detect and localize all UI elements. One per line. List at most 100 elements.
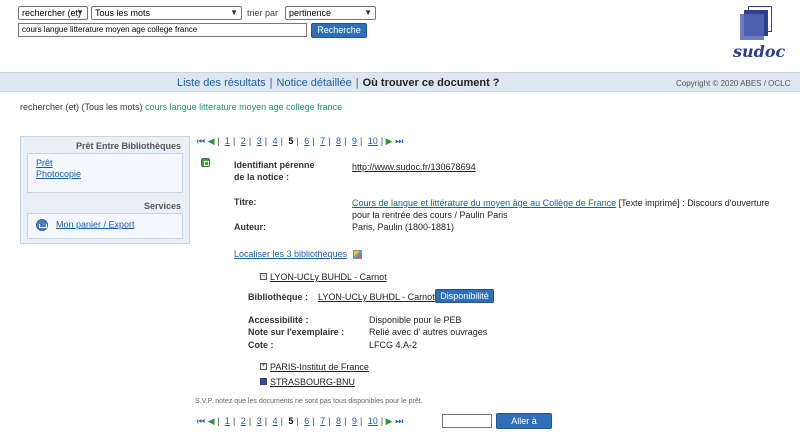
collapse-icon[interactable]: − bbox=[260, 273, 267, 280]
field-select-value: Tous les mots bbox=[95, 8, 151, 18]
id-label: Identifiant pérenne de la notice : bbox=[234, 159, 315, 183]
pager-separator: | bbox=[312, 416, 315, 426]
copyright: Copyright © 2020 ABES / OCLC bbox=[676, 79, 791, 88]
page-current: 5 bbox=[288, 416, 294, 426]
sort-select-value: pertinence bbox=[289, 8, 332, 18]
nav-detail-link[interactable]: Notice détaillée bbox=[277, 77, 352, 89]
pager-bottom: ⏮ ◀ | 1 | 2 | 3 | 4 | 5 | 6 | 7 | 8 | 9 | 10 | ▶ ⏭ bbox=[197, 416, 403, 427]
services-title: Services bbox=[143, 201, 181, 211]
author-value: Paris, Paulin (1800-1881) bbox=[352, 222, 455, 232]
next-page-icon[interactable]: ▶ bbox=[386, 416, 393, 427]
page-link-10[interactable]: 10 bbox=[365, 416, 381, 426]
chevron-down-icon: ▼ bbox=[364, 8, 372, 17]
page-link-3[interactable]: 3 bbox=[254, 136, 265, 146]
page-link-2[interactable]: 2 bbox=[238, 416, 249, 426]
nav-links: Liste des résultats | Notice détaillée | Où … bbox=[177, 77, 500, 89]
recap-prefix: rechercher (et) (Tous les mots) bbox=[20, 102, 143, 112]
page-link-8[interactable]: 8 bbox=[333, 416, 344, 426]
pager-separator: | bbox=[264, 416, 268, 426]
pager-separator: | bbox=[296, 416, 299, 426]
sort-label: trier par bbox=[247, 8, 279, 18]
page-link-6[interactable]: 6 bbox=[301, 416, 312, 426]
disponibilite-button[interactable]: Disponibilité bbox=[435, 289, 494, 303]
pret-link[interactable]: Prêt bbox=[36, 158, 53, 168]
pager-separator: | bbox=[312, 136, 315, 146]
author-label: Auteur: bbox=[234, 222, 266, 232]
first-page-icon[interactable]: ⏮ bbox=[197, 416, 205, 427]
map-icon[interactable] bbox=[353, 250, 363, 260]
page-link-3[interactable]: 3 bbox=[254, 416, 265, 426]
pager-separator: | bbox=[217, 416, 220, 426]
permalink[interactable]: http://www.sudoc.fr/130678694 bbox=[352, 162, 476, 172]
basket-link[interactable]: Mon panier / Export bbox=[56, 219, 135, 229]
logo-square-icon bbox=[740, 14, 764, 40]
title-rest: [Texte imprimé] : Discours d'ouverture bbox=[616, 198, 770, 208]
pager-separator: | bbox=[217, 136, 220, 146]
page-link-4[interactable]: 4 bbox=[270, 416, 281, 426]
pager-separator: | bbox=[380, 136, 384, 146]
prev-page-icon[interactable]: ◀ bbox=[208, 136, 215, 147]
last-page-icon[interactable]: ⏭ bbox=[395, 416, 403, 427]
library-square-icon bbox=[260, 378, 267, 385]
goto-page-input[interactable] bbox=[442, 414, 492, 428]
pager-separator: | bbox=[328, 416, 331, 426]
nav-where-current: Où trouver ce document ? bbox=[362, 77, 500, 89]
next-page-icon[interactable]: ▶ bbox=[386, 136, 393, 147]
library-link-strasbourg[interactable]: STRASBOURG-BNU bbox=[270, 377, 355, 387]
search-recap: rechercher (et) (Tous les mots) cours la… bbox=[20, 102, 342, 112]
cote-value: LFCG 4.A-2 bbox=[369, 340, 418, 350]
page-link-9[interactable]: 9 bbox=[349, 136, 360, 146]
sort-select[interactable]: pertinence ▼ bbox=[285, 6, 376, 20]
prev-page-icon[interactable]: ◀ bbox=[208, 416, 215, 427]
page-link-7[interactable]: 7 bbox=[317, 136, 328, 146]
page-link-4[interactable]: 4 bbox=[270, 136, 281, 146]
operator-select[interactable]: rechercher (et) ▼ bbox=[18, 6, 88, 20]
pager-separator: | bbox=[248, 416, 252, 426]
last-page-icon[interactable]: ⏭ bbox=[395, 136, 403, 147]
page-link-8[interactable]: 8 bbox=[333, 136, 344, 146]
library-link-paris[interactable]: PARIS-Institut de France bbox=[270, 362, 369, 372]
accessibilite-label: Accessibilité : bbox=[248, 315, 309, 325]
pager-separator: | bbox=[280, 416, 283, 426]
page-link-1[interactable]: 1 bbox=[222, 136, 233, 146]
footnote: S.V.P. notez que les documents ne sont p… bbox=[195, 398, 423, 405]
pager-separator: | bbox=[344, 416, 347, 426]
accessibilite-value: Disponible pour le PEB bbox=[369, 315, 462, 325]
photocopie-link[interactable]: Photocopie bbox=[36, 169, 81, 179]
page-link-9[interactable]: 9 bbox=[349, 416, 360, 426]
page-link-1[interactable]: 1 bbox=[222, 416, 233, 426]
bibliotheque-link[interactable]: LYON-UCLy BUHDL - Carnot bbox=[318, 292, 435, 302]
pager-top: ⏮ ◀ | 1 | 2 | 3 | 4 | 5 | 6 | 7 | 8 | 9 | 10 | ▶ ⏭ bbox=[197, 136, 403, 147]
goto-button[interactable]: Aller à bbox=[496, 413, 552, 429]
field-select[interactable]: Tous les mots ▼ bbox=[91, 6, 242, 20]
basket-icon bbox=[36, 219, 48, 231]
expand-icon[interactable]: + bbox=[260, 363, 267, 370]
pager-separator: | bbox=[359, 136, 363, 146]
title-link[interactable]: Cours de langue et littérature du moyen … bbox=[352, 198, 616, 208]
nav-results-link[interactable]: Liste des résultats bbox=[177, 77, 266, 89]
recap-query: cours langue litterature moyen age colle… bbox=[145, 102, 343, 112]
page-link-6[interactable]: 6 bbox=[301, 136, 312, 146]
peb-title: Prêt Entre Bibliothèques bbox=[75, 141, 181, 151]
nav-separator: | bbox=[269, 77, 273, 89]
title-label: Titre: bbox=[234, 197, 257, 207]
page-link-2[interactable]: 2 bbox=[238, 136, 249, 146]
pager-separator: | bbox=[380, 416, 384, 426]
note-label: Note sur l'exemplaire : bbox=[248, 327, 345, 337]
pager-separator: | bbox=[344, 136, 347, 146]
pager-separator: | bbox=[328, 136, 331, 146]
pager-separator: | bbox=[264, 136, 268, 146]
localize-link[interactable]: Localiser les 3 bibliothèques bbox=[234, 249, 347, 259]
title-value: Cours de langue et littérature du moyen … bbox=[352, 197, 792, 221]
page-current: 5 bbox=[288, 136, 294, 146]
services-box: Mon panier / Export bbox=[27, 213, 183, 239]
first-page-icon[interactable]: ⏮ bbox=[197, 136, 205, 147]
page-link-7[interactable]: 7 bbox=[317, 416, 328, 426]
page-link-10[interactable]: 10 bbox=[365, 136, 381, 146]
bibliotheque-label: Bibliothèque : bbox=[248, 292, 308, 302]
library-link-lyon[interactable]: LYON-UCLy BUHDL - Carnot bbox=[270, 272, 387, 282]
search-input[interactable]: cours langue litterature moyen age colle… bbox=[18, 23, 307, 37]
pager-separator: | bbox=[232, 136, 236, 146]
nav-bar: Liste des résultats | Notice détaillée | Où … bbox=[0, 72, 800, 92]
search-button[interactable]: Recherche bbox=[311, 23, 367, 38]
